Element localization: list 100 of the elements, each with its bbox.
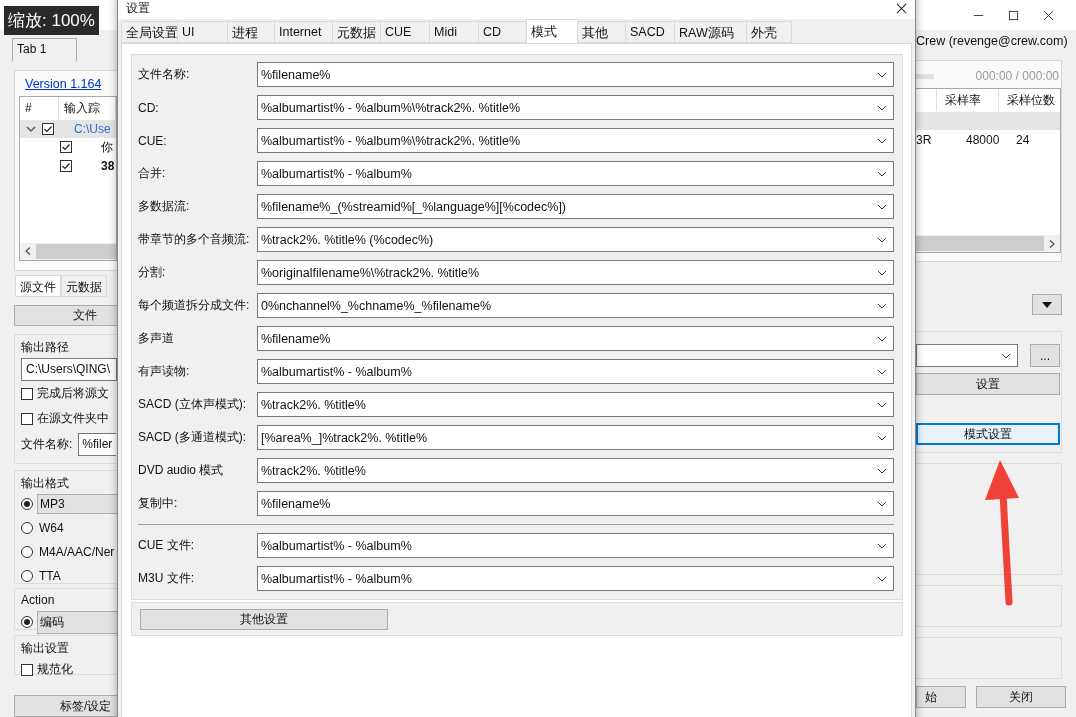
pattern-field[interactable]: %track2%. %title%: [257, 392, 894, 417]
checkbox[interactable]: [21, 387, 33, 400]
pattern-field[interactable]: %albumartist% - %album%\%track2%. %title%: [257, 95, 894, 120]
tags-button[interactable]: 标签/设定: [14, 695, 117, 717]
pattern-field[interactable]: %albumartist% - %album%: [257, 359, 894, 384]
dropdown-field[interactable]: [916, 344, 1018, 367]
checkbox[interactable]: [21, 412, 33, 425]
path-field[interactable]: C:\Users\QING\: [21, 358, 117, 382]
radio-label: M4A/AAC/Ner: [38, 544, 116, 562]
pattern-field[interactable]: %albumartist% - %album%\%track2%. %title%: [257, 128, 894, 153]
pattern-field[interactable]: %originalfilename%\%track2%. %title%: [257, 260, 894, 285]
chevron-down-icon: [877, 170, 887, 177]
field-label: SACD (多通道模式):: [138, 429, 247, 446]
close-icon[interactable]: [896, 2, 907, 14]
chevron-down-icon: [877, 542, 887, 549]
pattern-field[interactable]: %track2%. %title% (%codec%): [257, 227, 894, 252]
horizontal-scrollbar[interactable]: [916, 235, 1060, 252]
pattern-field[interactable]: %filename%: [257, 491, 894, 516]
tab[interactable]: 全局设置: [121, 21, 177, 43]
dropdown-button[interactable]: [1032, 294, 1062, 315]
column-header[interactable]: 采样率: [936, 89, 998, 111]
chevron-down-icon: [877, 575, 887, 582]
field-label: M3U 文件:: [138, 570, 195, 587]
file-button[interactable]: 文件: [14, 305, 117, 327]
radio-button[interactable]: [21, 498, 33, 511]
triangle-down-icon: [1042, 301, 1052, 308]
tab[interactable]: CD: [478, 21, 526, 43]
tab[interactable]: 其他: [577, 21, 625, 43]
settings-button[interactable]: 设置: [916, 373, 1060, 395]
output-name-field[interactable]: %filer: [78, 432, 117, 456]
field-label: 有声读物:: [138, 363, 191, 380]
column-header[interactable]: #: [20, 96, 60, 119]
pattern-field[interactable]: %albumartist% - %album%: [257, 161, 894, 186]
pattern-settings-button[interactable]: 模式设置: [916, 423, 1060, 445]
document-tab[interactable]: Tab 1: [12, 37, 78, 62]
scrollbar-thumb[interactable]: [916, 236, 1044, 251]
tab[interactable]: Midi: [429, 21, 478, 43]
other-settings-button[interactable]: 其他设置: [140, 609, 388, 630]
chevron-down-icon: [877, 104, 887, 111]
checkbox[interactable]: [60, 141, 72, 154]
start-button[interactable]: 始: [916, 686, 966, 708]
tab[interactable]: 进程: [227, 21, 274, 43]
scroll-right-icon[interactable]: [1049, 239, 1055, 248]
maximize-icon[interactable]: [1008, 9, 1019, 21]
tab[interactable]: 外壳: [746, 21, 792, 43]
pattern-field[interactable]: %albumartist% - %album%: [257, 533, 894, 558]
chevron-down-icon: [877, 203, 887, 210]
chevron-down-icon: [877, 71, 887, 78]
tab[interactable]: UI: [177, 21, 227, 43]
column-header[interactable]: 采样位数: [998, 89, 1060, 111]
tab[interactable]: 元数据: [332, 21, 380, 43]
checkbox-label: 完成后将源文: [37, 385, 109, 403]
field-label: CUE 文件:: [138, 537, 195, 554]
tab[interactable]: Internet: [274, 21, 332, 43]
tab[interactable]: CUE: [380, 21, 429, 43]
tab[interactable]: RAW源码: [674, 21, 746, 43]
group-label: 输出设置: [21, 640, 70, 658]
checkbox[interactable]: [60, 160, 72, 173]
pattern-field[interactable]: 0%nchannel%_%chname%_%filename%: [257, 293, 894, 318]
checkbox[interactable]: [42, 122, 54, 135]
file-name: 38: [101, 159, 115, 174]
version-link[interactable]: Version 1.164: [25, 76, 102, 91]
browse-button[interactable]: ...: [1030, 344, 1060, 367]
pattern-field[interactable]: %track2%. %title%: [257, 458, 894, 483]
pattern-field[interactable]: [%area%_]%track2%. %title%: [257, 425, 894, 450]
folder-path: C:\Use: [74, 121, 111, 136]
close-button[interactable]: 关闭: [976, 686, 1066, 708]
pattern-field[interactable]: %filename%: [257, 62, 894, 87]
tab[interactable]: 元数据: [61, 275, 107, 298]
tab[interactable]: 模式: [526, 19, 577, 43]
field-label: 多数据流:: [138, 198, 191, 215]
chevron-down-icon: [877, 467, 887, 474]
scrollbar-thumb[interactable]: [36, 243, 116, 259]
field-label: 复制中:: [138, 495, 179, 512]
checkbox-label: 在源文件夹中: [37, 410, 109, 428]
field-label: 文件名称:: [138, 66, 191, 83]
table-cell-text: 3R: [916, 132, 933, 147]
checkbox-label: 规范化: [37, 661, 73, 679]
chevron-down-icon: [877, 335, 887, 342]
radio-button[interactable]: [21, 522, 33, 535]
pattern-field[interactable]: %filename%_(%streamid%[_%language%][%codec%]): [257, 194, 894, 219]
field-label: 多声道: [138, 330, 175, 347]
group-label: 输出路径: [21, 339, 70, 357]
chevron-down-icon: [877, 137, 887, 144]
scroll-left-icon[interactable]: [25, 247, 31, 256]
radio-button[interactable]: [21, 616, 33, 629]
checkbox[interactable]: [21, 663, 33, 676]
close-icon[interactable]: [1043, 9, 1054, 21]
chevron-down-icon: [877, 269, 887, 276]
column-header[interactable]: 输入踪: [59, 96, 116, 119]
pattern-field[interactable]: %albumartist% - %album%: [257, 566, 894, 591]
horizontal-scrollbar[interactable]: [20, 242, 116, 260]
tab[interactable]: SACD: [625, 21, 674, 43]
radio-button[interactable]: [21, 546, 33, 559]
radio-label: 编码: [37, 610, 117, 634]
chevron-down-icon: [877, 434, 887, 441]
tab[interactable]: 源文件: [15, 275, 61, 298]
pattern-field[interactable]: %filename%: [257, 326, 894, 351]
radio-button[interactable]: [21, 570, 33, 583]
dialog-title: 设置: [126, 0, 150, 17]
